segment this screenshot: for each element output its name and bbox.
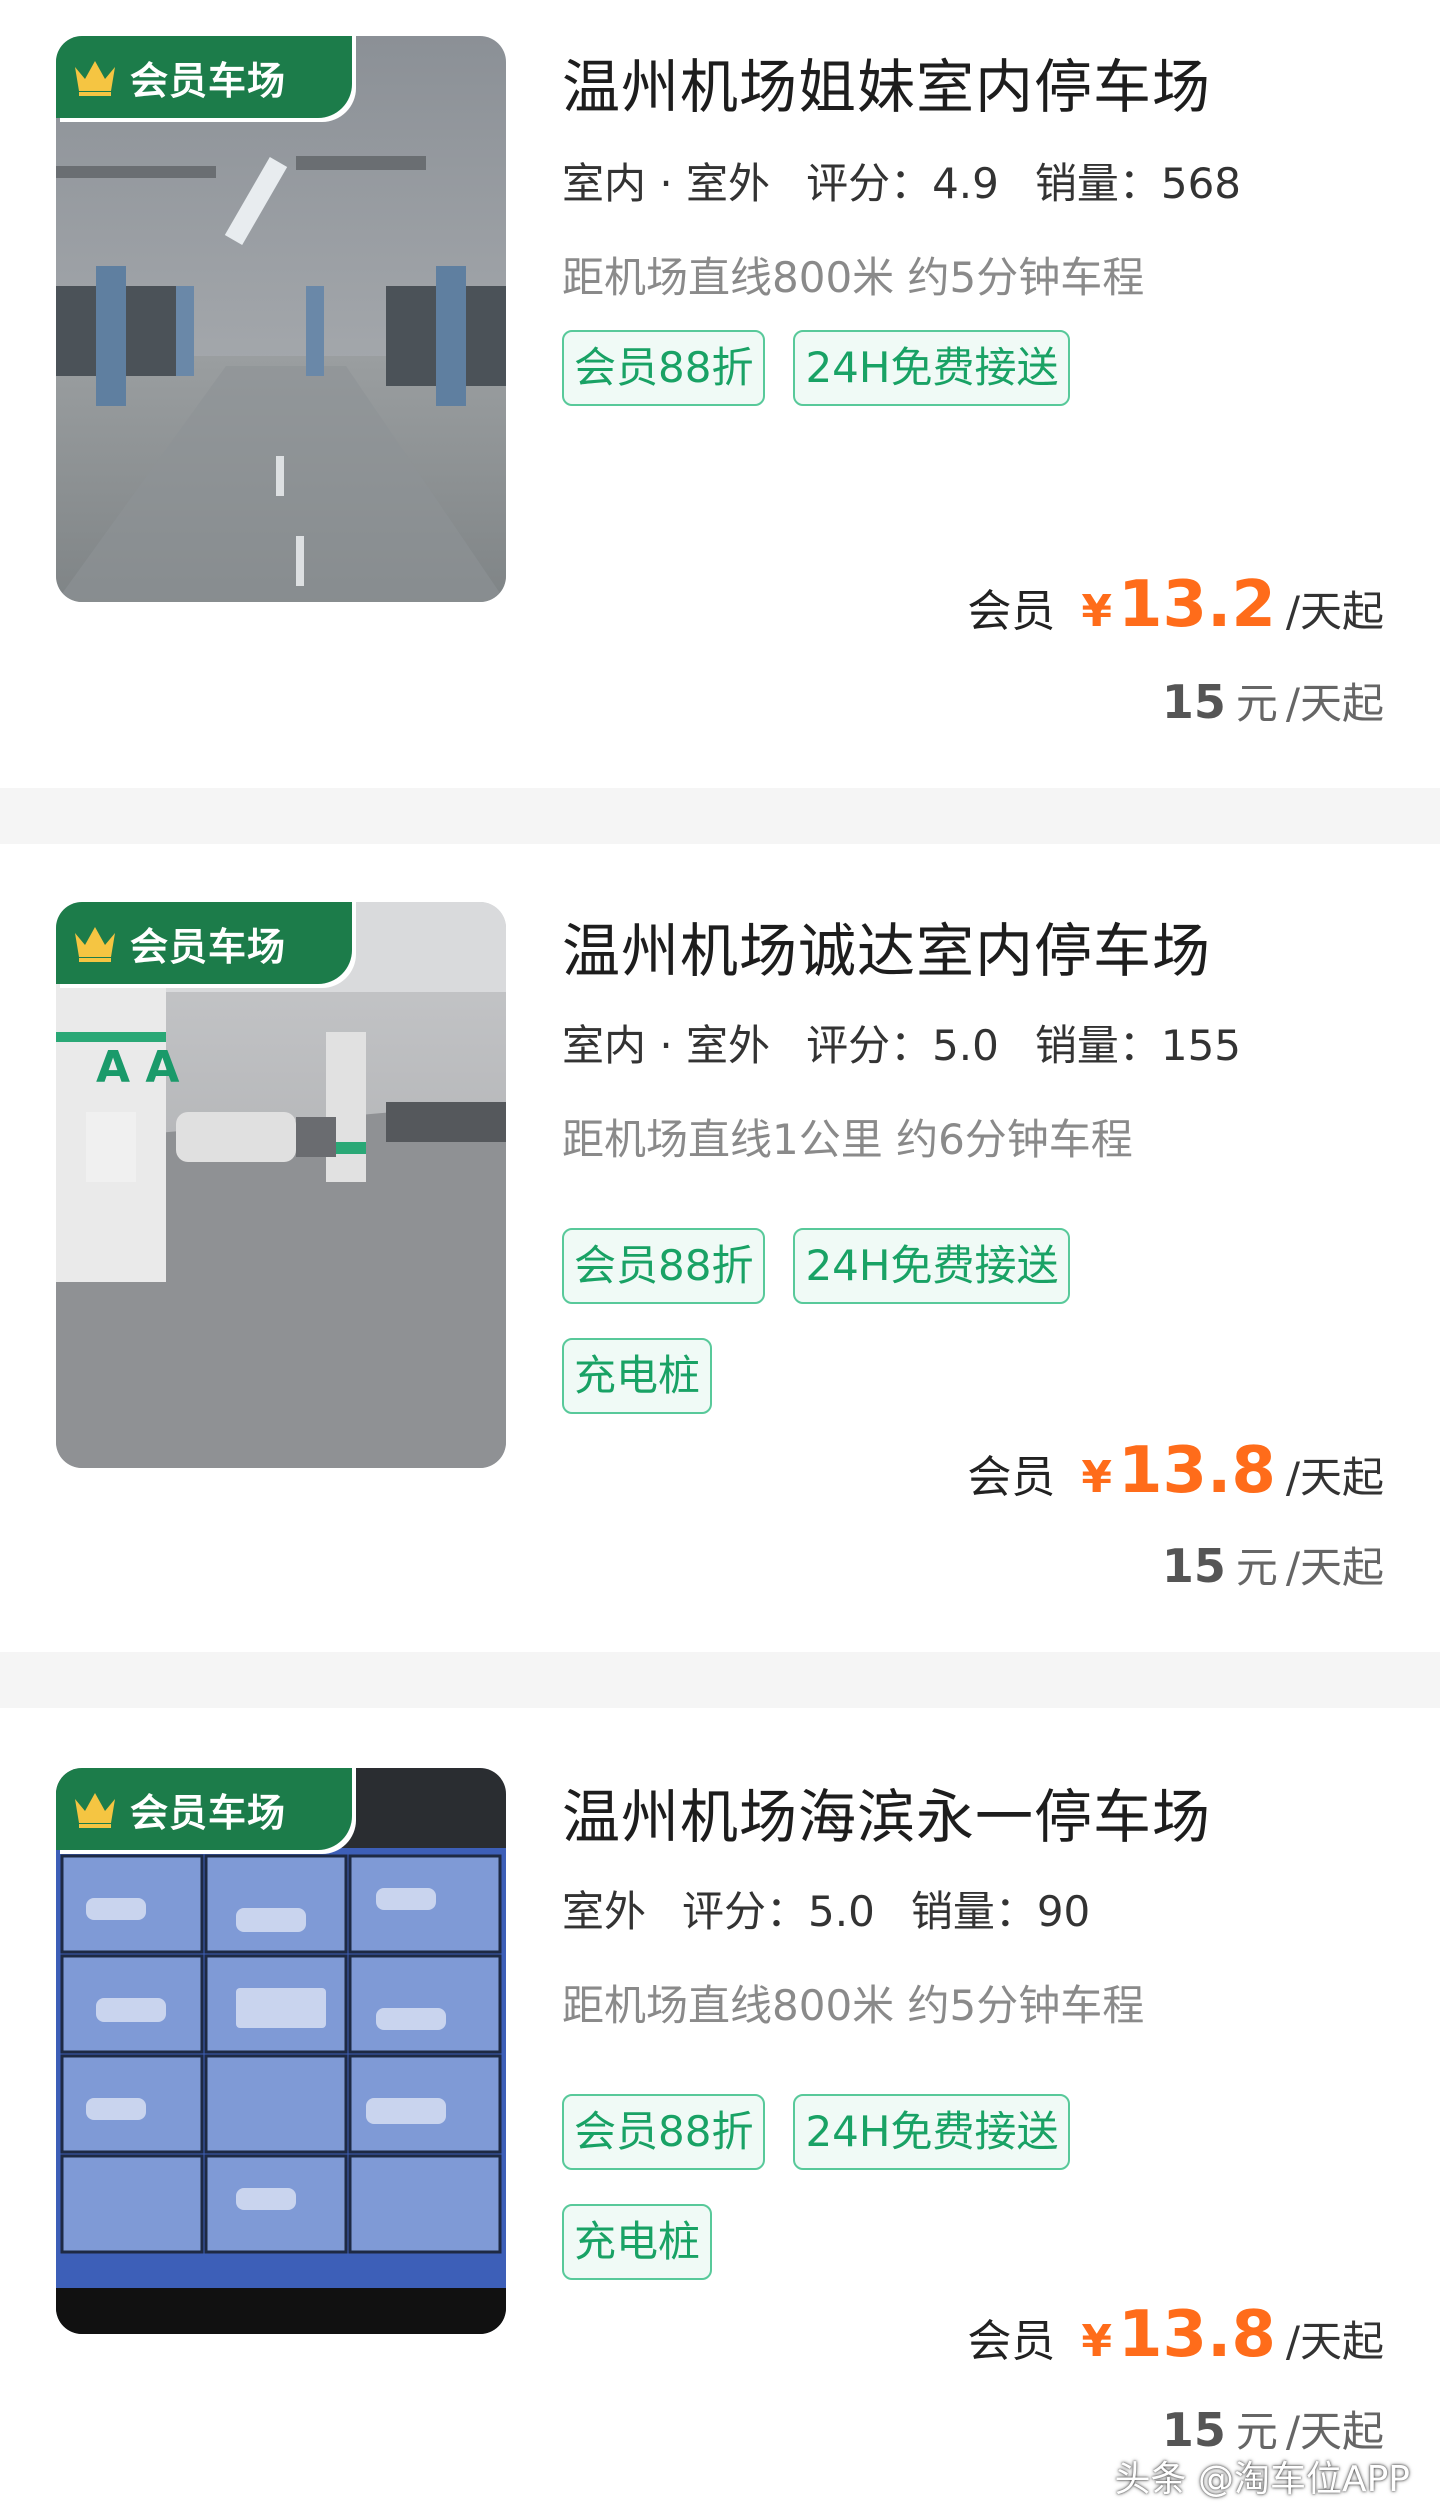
vip-price-value: 13.8 [1117, 1434, 1276, 1508]
vip-price: 会员 ¥ 13.8 /天起 [967, 1434, 1384, 1508]
distance-info: 距机场直线1公里 约6分钟车程 [562, 1115, 1133, 1164]
rating: 评分：5.0 [806, 1021, 999, 1070]
standard-price: 15 元 /天起 [1162, 670, 1384, 731]
tag-shuttle: 24H免费接送 [793, 330, 1071, 406]
svg-text:A A: A A [96, 1042, 179, 1093]
sales-count: 销量：90 [910, 1887, 1091, 1936]
crown-icon [75, 61, 115, 96]
sales-count: 销量：155 [1034, 1021, 1242, 1070]
rating: 评分：4.9 [806, 159, 999, 208]
cctv-monitor-photo-icon [56, 1768, 506, 2334]
vip-price-label: 会员 [967, 2316, 1056, 2367]
price-unit: /天起 [1285, 679, 1384, 728]
tag-charging: 充电桩 [562, 1338, 713, 1414]
badge-label: 会员车场 [130, 924, 287, 969]
watermark: 头条 @淘车位APP [1114, 2459, 1411, 2500]
parking-type: 室内 · 室外 [562, 150, 770, 219]
price-unit: /天起 [1285, 2317, 1384, 2366]
sales-count: 销量：568 [1034, 159, 1242, 208]
distance-info: 距机场直线800米 约5分钟车程 [562, 253, 1145, 302]
card-separator [0, 788, 1440, 844]
vip-lot-badge: 会员车场 [56, 36, 352, 118]
crown-icon [75, 927, 115, 962]
badge-label: 会员车场 [130, 1790, 287, 1835]
vip-price: 会员 ¥ 13.8 /天起 [967, 2298, 1384, 2372]
currency-symbol: ¥ [1081, 586, 1112, 637]
crown-icon [75, 1793, 115, 1828]
distance-info: 距机场直线800米 约5分钟车程 [562, 1981, 1145, 2030]
card-separator [0, 1652, 1440, 1708]
vip-price-label: 会员 [967, 586, 1056, 637]
indoor-parking-photo-icon [56, 36, 506, 602]
parking-photo[interactable]: A A 会员车场 [56, 902, 506, 1468]
parking-photo[interactable]: 会员车场 [56, 1768, 506, 2334]
parking-type: 室内 · 室外 [562, 1012, 770, 1081]
tag-shuttle: 24H免费接送 [793, 2094, 1071, 2170]
price-unit: /天起 [1285, 1543, 1384, 1592]
standard-price-value: 15 [1161, 1539, 1226, 1593]
indoor-parking-photo-icon: A A [56, 902, 506, 1468]
standard-price-value: 15 [1161, 2403, 1226, 2457]
parking-meta: 室内 · 室外 评分：5.0 销量：155 [562, 1012, 1242, 1081]
tag-discount: 会员88折 [562, 2094, 766, 2170]
feature-tags: 会员88折 24H免费接送 [562, 330, 1402, 442]
rating: 评分：5.0 [682, 1887, 875, 1936]
price-unit: /天起 [1285, 587, 1384, 636]
currency-symbol: ¥ [1081, 2316, 1112, 2367]
standard-price-currency: 元 [1235, 1543, 1278, 1592]
standard-price: 15 元 /天起 [1162, 1534, 1384, 1595]
feature-tags: 会员88折 24H免费接送 充电桩 [562, 1228, 1402, 1450]
vip-lot-badge: 会员车场 [56, 902, 352, 984]
parking-card[interactable]: A A 会员车场 温州机场诚达室内停车场 室内 · 室外 评分：5.0 销量：1… [0, 844, 1440, 1652]
parking-meta: 室内 · 室外 评分：4.9 销量：568 [562, 150, 1242, 219]
price-unit: /天起 [1285, 1453, 1384, 1502]
parking-card[interactable]: 会员车场 温州机场姐妹室内停车场 室内 · 室外 评分：4.9 销量：568 距… [0, 0, 1440, 788]
parking-title[interactable]: 温州机场姐妹室内停车场 [562, 40, 1211, 124]
standard-price-currency: 元 [1235, 679, 1278, 728]
tag-charging: 充电桩 [562, 2204, 713, 2280]
vip-price-value: 13.2 [1117, 568, 1276, 642]
parking-title[interactable]: 温州机场海滨永一停车场 [562, 1770, 1211, 1854]
parking-title[interactable]: 温州机场诚达室内停车场 [562, 904, 1211, 988]
feature-tags: 会员88折 24H免费接送 充电桩 [562, 2094, 1402, 2316]
badge-label: 会员车场 [130, 58, 287, 103]
vip-price: 会员 ¥ 13.2 /天起 [967, 568, 1384, 642]
tag-discount: 会员88折 [562, 330, 766, 406]
tag-discount: 会员88折 [562, 1228, 766, 1304]
parking-photo[interactable]: 会员车场 [56, 36, 506, 602]
parking-meta: 室外 评分：5.0 销量：90 [562, 1878, 1091, 1947]
vip-price-value: 13.8 [1117, 2298, 1276, 2372]
tag-shuttle: 24H免费接送 [793, 1228, 1071, 1304]
vip-lot-badge: 会员车场 [56, 1768, 352, 1850]
parking-type: 室外 [562, 1878, 646, 1947]
currency-symbol: ¥ [1081, 1452, 1112, 1503]
vip-price-label: 会员 [967, 1452, 1056, 1503]
standard-price-value: 15 [1161, 675, 1226, 729]
parking-card[interactable]: 会员车场 温州机场海滨永一停车场 室外 评分：5.0 销量：90 距机场直线80… [0, 1708, 1440, 2518]
